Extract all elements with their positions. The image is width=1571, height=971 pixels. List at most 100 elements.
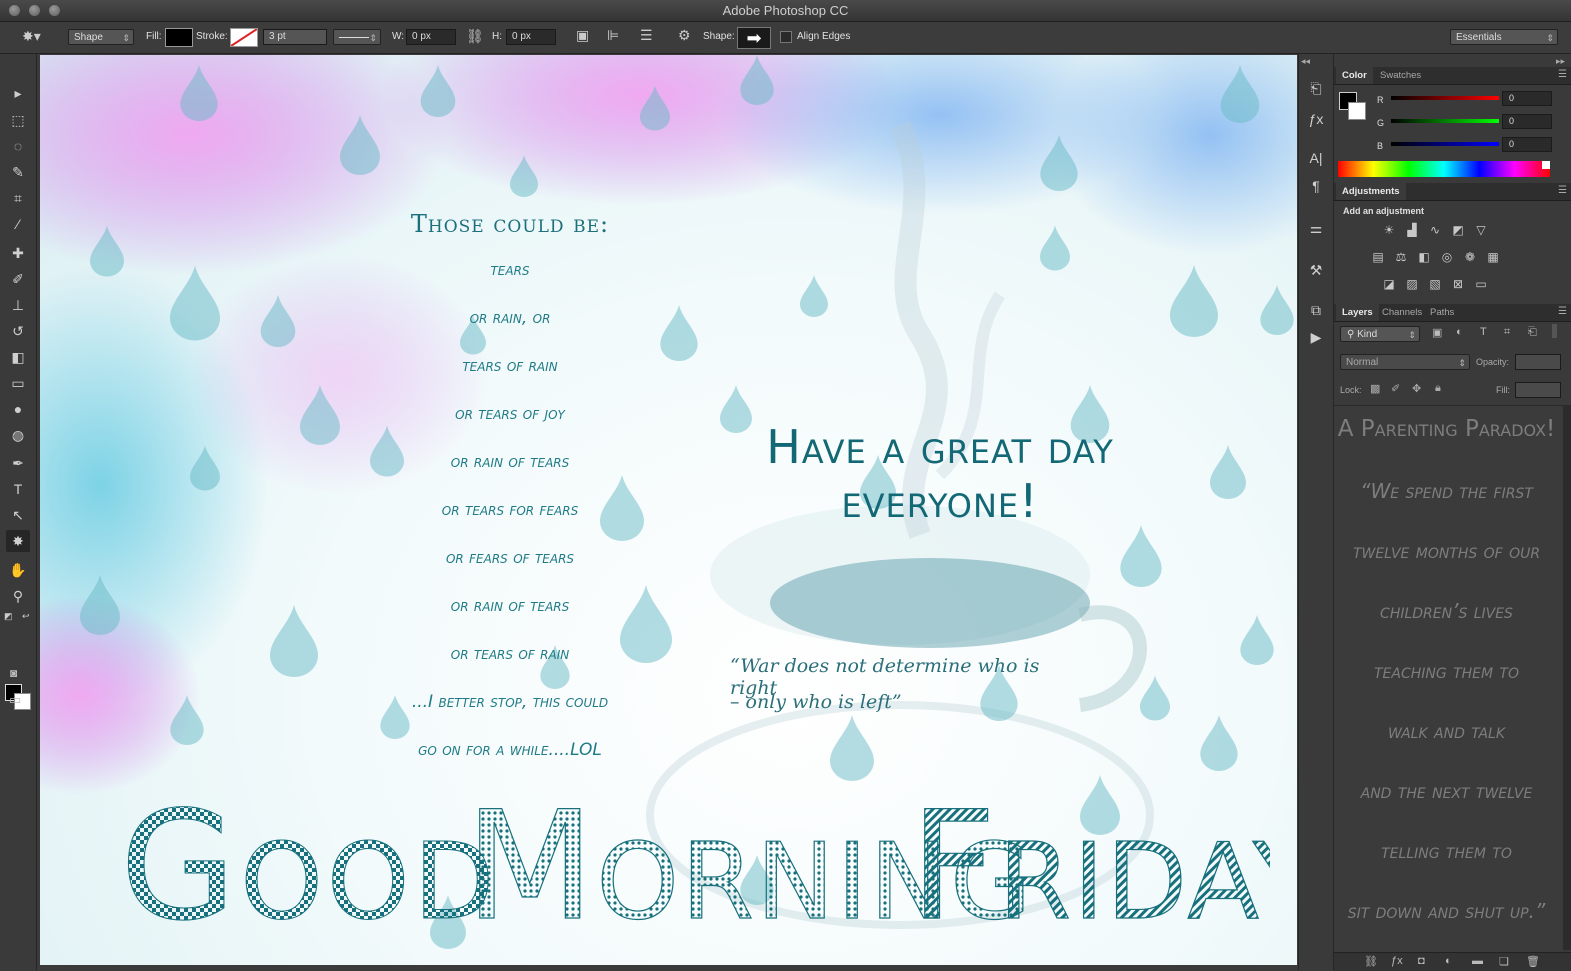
collapse-icon[interactable]: ◂◂ <box>1301 56 1310 67</box>
filter-smart-object-icon[interactable]: ⎗ <box>1528 326 1537 339</box>
history-brush-tool[interactable]: ↺ <box>6 320 30 342</box>
filter-pixel-icon[interactable]: ▣ <box>1432 326 1442 339</box>
photo-filter-icon[interactable]: ◎ <box>1439 250 1455 264</box>
filter-type-icon[interactable]: T <box>1480 326 1487 338</box>
crop-tool[interactable]: ⌗ <box>6 187 30 209</box>
tab-channels[interactable]: Channels <box>1376 304 1428 321</box>
stroke-type-select[interactable] <box>333 29 381 46</box>
quick-select-tool[interactable]: ✎ <box>6 161 30 183</box>
panel-menu-icon[interactable]: ☰ <box>1558 69 1567 80</box>
panel-menu-icon[interactable]: ☰ <box>1558 185 1567 196</box>
play-icon[interactable]: ▶ <box>1306 327 1326 347</box>
lock-brush-icon[interactable]: ✐ <box>1391 382 1400 395</box>
fill-field[interactable] <box>1515 382 1561 398</box>
tab-swatches[interactable]: Swatches <box>1374 67 1427 84</box>
gear-icon[interactable]: ⚙ <box>678 27 691 44</box>
layers-scrollbar[interactable] <box>1563 405 1571 950</box>
healing-brush-tool[interactable]: ✚ <box>6 242 30 264</box>
eyedropper-tool[interactable]: ⁄ <box>6 213 30 235</box>
vibrance-icon[interactable]: ▽ <box>1473 223 1489 237</box>
filter-shape-icon[interactable]: ⌗ <box>1504 326 1510 339</box>
new-group-icon[interactable]: ▬ <box>1472 955 1483 967</box>
eraser-tool[interactable]: ◧ <box>6 346 30 368</box>
stroke-swatch[interactable] <box>230 28 258 47</box>
expand-panels-icon[interactable]: ▸▸ <box>1556 56 1565 67</box>
red-slider[interactable]: R 0 <box>1334 91 1571 113</box>
layer-filter-select[interactable]: ⚲ Kind <box>1340 326 1420 343</box>
tab-adjustments[interactable]: Adjustments <box>1336 183 1406 200</box>
history-panel-icon[interactable]: ⎗ <box>1306 78 1326 98</box>
levels-icon[interactable]: ▟ <box>1404 223 1420 237</box>
zoom-tool[interactable]: ⚲ <box>6 585 30 607</box>
shape-picker[interactable]: ➡ <box>737 27 771 49</box>
trash-icon[interactable]: 🗑︎ <box>1526 955 1540 968</box>
align-edges-checkbox[interactable] <box>780 31 792 43</box>
threshold-icon[interactable]: ▧ <box>1427 277 1443 291</box>
width-field[interactable]: 0 px <box>406 29 456 45</box>
document-canvas[interactable]: Those could be: tears or rain, or tears … <box>40 55 1297 965</box>
link-layers-icon[interactable]: ⛓ <box>1364 955 1378 968</box>
color-spectrum-bar[interactable] <box>1338 161 1550 177</box>
tab-paths[interactable]: Paths <box>1424 304 1460 321</box>
link-icon[interactable]: ⛓ <box>466 28 484 45</box>
timeline-panel-icon[interactable]: ⧉ <box>1306 300 1326 320</box>
tab-layers[interactable]: Layers <box>1336 304 1379 321</box>
quick-mask-icon[interactable]: ◙ <box>10 666 17 680</box>
lock-all-icon[interactable]: 🔒︎ <box>1435 382 1441 395</box>
filter-adjustment-icon[interactable]: ◐ <box>1456 326 1463 338</box>
move-tool[interactable]: ▸ <box>6 82 30 104</box>
panel-menu-icon[interactable]: ☰ <box>1558 306 1567 317</box>
layers-list[interactable]: A Parenting Paradox! “We spend the first… <box>1334 405 1563 951</box>
selective-color-icon[interactable]: ⊠ <box>1450 277 1466 291</box>
layer-style-icon[interactable]: ƒx <box>1391 955 1403 967</box>
exposure-icon[interactable]: ◩ <box>1450 223 1466 237</box>
blur-tool[interactable]: ● <box>6 398 30 420</box>
invert-icon[interactable]: ◪ <box>1381 277 1397 291</box>
gradient-map-icon[interactable]: ▭ <box>1473 277 1489 291</box>
tool-presets-icon[interactable]: ⚒ <box>1306 260 1326 280</box>
paragraph-panel-icon[interactable]: ¶ <box>1306 176 1326 196</box>
color-lookup-icon[interactable]: ▦ <box>1485 250 1501 264</box>
pen-tool[interactable]: ✒ <box>6 452 30 474</box>
character-panel-icon[interactable]: A| <box>1306 148 1326 168</box>
green-value-field[interactable]: 0 <box>1502 114 1552 129</box>
hue-saturation-icon[interactable]: ▤ <box>1370 250 1386 264</box>
filter-toggle[interactable] <box>1552 324 1557 338</box>
properties-panel-icon[interactable]: ⚌ <box>1306 218 1326 238</box>
posterize-icon[interactable]: ▨ <box>1404 277 1420 291</box>
custom-shape-tool-preset-icon[interactable]: ✸▾ <box>22 28 41 45</box>
tab-color[interactable]: Color <box>1336 67 1373 84</box>
default-colors-icon[interactable]: ◩ <box>4 611 13 622</box>
brush-tool[interactable]: ✐ <box>6 268 30 290</box>
stroke-width-field[interactable]: 3 pt <box>263 29 327 45</box>
opacity-field[interactable] <box>1515 354 1561 370</box>
workspace-select[interactable]: Essentials <box>1450 29 1558 46</box>
gradient-tool[interactable]: ▭ <box>6 372 30 394</box>
path-operations-icon[interactable]: ▣ <box>576 27 589 44</box>
brightness-icon[interactable]: ☀ <box>1381 223 1397 237</box>
screen-mode-icon[interactable]: ▭ <box>9 692 21 708</box>
height-field[interactable]: 0 px <box>506 29 556 45</box>
styles-panel-icon[interactable]: ƒx <box>1306 109 1326 129</box>
blend-mode-select[interactable]: Normal <box>1340 354 1470 371</box>
lock-position-icon[interactable]: ✥ <box>1412 382 1421 395</box>
new-adjustment-icon[interactable]: ◐ <box>1445 955 1452 967</box>
black-white-icon[interactable]: ◧ <box>1416 250 1432 264</box>
blue-track[interactable] <box>1391 142 1499 146</box>
clone-stamp-tool[interactable]: ⊥ <box>6 294 30 316</box>
lasso-tool[interactable]: ◌ <box>6 135 30 157</box>
green-track[interactable] <box>1391 119 1499 123</box>
path-select-tool[interactable]: ↖ <box>6 504 30 526</box>
lock-transparency-icon[interactable]: ▩ <box>1370 382 1380 395</box>
tool-mode-select[interactable]: Shape <box>68 29 134 46</box>
blue-value-field[interactable]: 0 <box>1502 137 1552 152</box>
swap-colors-icon[interactable]: ↩ <box>22 611 30 622</box>
dodge-tool[interactable]: ◍ <box>6 424 30 446</box>
channel-mixer-icon[interactable]: ❁ <box>1462 250 1478 264</box>
new-layer-icon[interactable]: ❏ <box>1499 955 1509 968</box>
add-mask-icon[interactable]: ◘ <box>1418 955 1425 967</box>
path-alignment-icon[interactable]: ⊫ <box>607 27 619 44</box>
type-tool[interactable]: T <box>6 478 30 500</box>
fill-swatch[interactable] <box>165 28 193 47</box>
red-track[interactable] <box>1391 96 1499 100</box>
